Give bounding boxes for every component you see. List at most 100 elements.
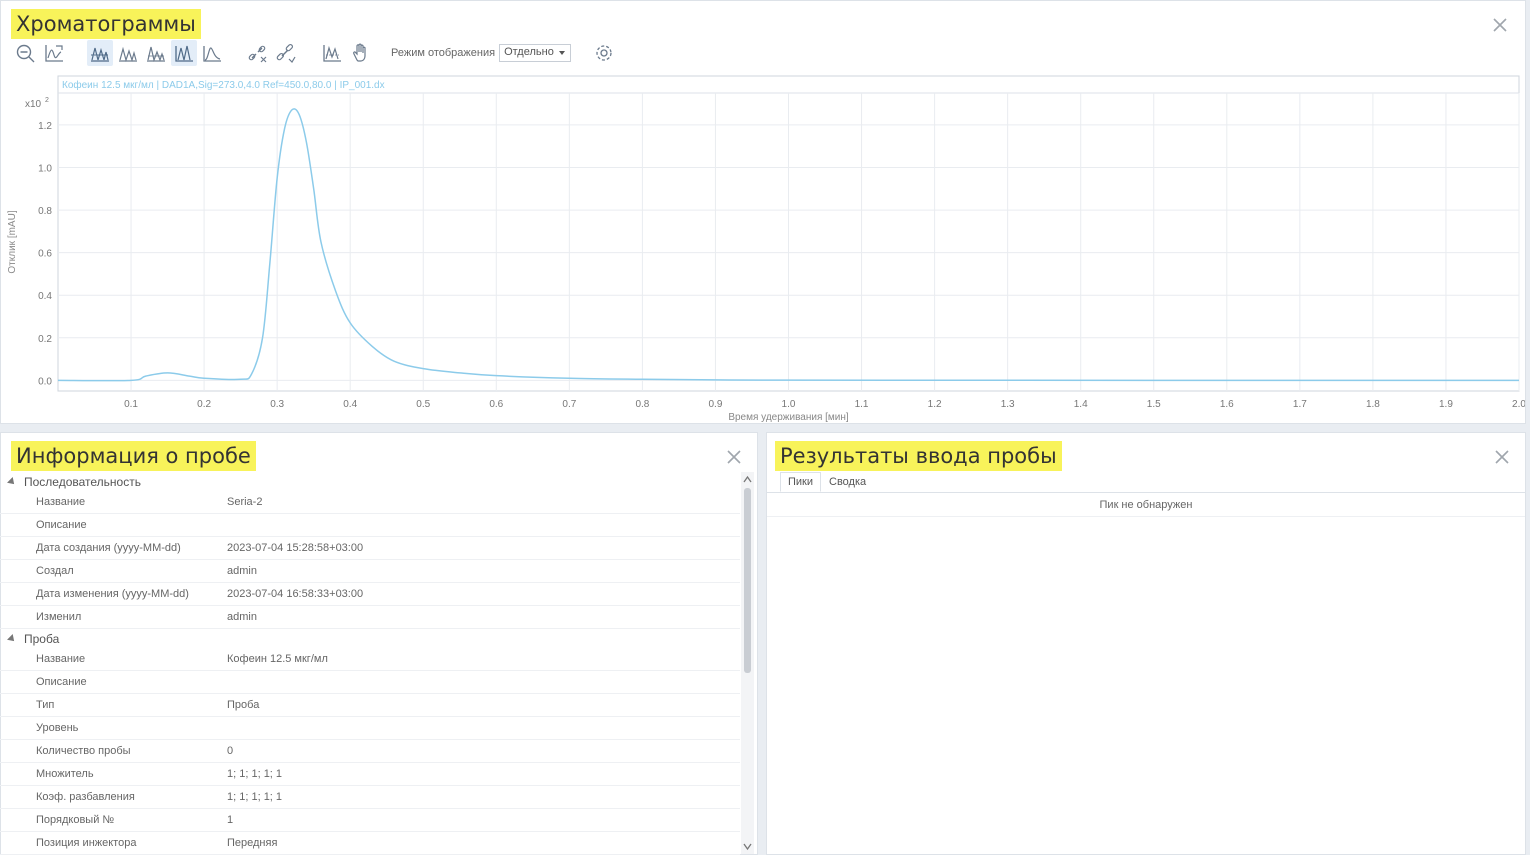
property-name: Тип (36, 699, 55, 711)
x-tick-label: 1.0 (782, 399, 796, 410)
x-tick-label: 1.2 (928, 399, 942, 410)
chevron-down-icon (559, 51, 566, 55)
x-tick-label: 0.2 (197, 399, 211, 410)
integration-icon[interactable] (319, 40, 345, 66)
property-name: Изменил (36, 611, 82, 623)
x-tick-label: 1.6 (1220, 399, 1234, 410)
property-row[interactable]: Множитель 1; 1; 1; 1; 1 (0, 763, 740, 786)
tree-group-label: Последовательность (24, 474, 141, 489)
settings-gear-icon[interactable] (591, 40, 617, 66)
property-name: Дата создания (yyyy-MM-dd) (36, 542, 181, 554)
y-tick-label: 0.0 (38, 376, 52, 387)
sample-info-title: Информация о пробе (11, 441, 256, 471)
chromatogram-chart[interactable]: Кофеин 12.5 мкг/мл | DAD1A,Sig=273.0,4.0… (1, 71, 1525, 423)
results-tabs: Пики Сводка (780, 472, 874, 492)
x-tick-label: 0.1 (124, 399, 138, 410)
property-name: Дата изменения (yyyy-MM-dd) (36, 588, 189, 600)
autoscale-icon[interactable] (41, 40, 67, 66)
property-row[interactable]: Изменил admin (0, 606, 740, 629)
property-name: Уровень (36, 722, 79, 734)
property-row[interactable]: Позиция инжектора Передняя (0, 832, 740, 855)
property-value: 1 (227, 814, 234, 826)
x-tick-label: 0.4 (343, 399, 357, 410)
property-row[interactable]: Коэф. разбавления 1; 1; 1; 1; 1 (0, 786, 740, 809)
property-row[interactable]: Название Seria-2 (0, 491, 740, 514)
stacked-view-icon[interactable] (143, 40, 169, 66)
property-value: 0 (227, 745, 234, 757)
property-name: Создал (36, 565, 74, 577)
x-tick-label: 1.8 (1366, 399, 1380, 410)
y-exponent: 2 (45, 97, 49, 104)
close-chromatograms-icon[interactable] (1491, 16, 1509, 34)
property-name: Описание (36, 519, 87, 531)
property-name: Количество пробы (36, 745, 131, 757)
y-tick-label: 1.0 (38, 164, 52, 175)
collapse-triangle-icon[interactable] (7, 633, 17, 644)
property-value: admin (227, 611, 257, 623)
close-sample-info-icon[interactable] (725, 448, 743, 466)
property-row[interactable]: Дата изменения (yyyy-MM-dd) 2023-07-04 16… (0, 583, 740, 606)
chromatograms-panel: Хроматограммы Режим отображения Отдельно… (0, 0, 1526, 424)
property-name: Множитель (36, 768, 94, 780)
tab-summary[interactable]: Сводка (821, 472, 874, 492)
property-value: Seria-2 (227, 496, 263, 508)
x-tick-label: 1.4 (1074, 399, 1088, 410)
display-mode-value: Отдельно (504, 46, 554, 58)
tree-group[interactable]: Последовательность (0, 472, 740, 491)
tree-group-label: Проба (24, 631, 60, 646)
property-value: Проба (227, 699, 260, 711)
property-value: Передняя (227, 837, 278, 849)
chromatograms-title: Хроматограммы (11, 9, 201, 39)
x-tick-label: 1.3 (1001, 399, 1015, 410)
sample-info-scrollbar[interactable] (741, 472, 754, 854)
tab-peaks[interactable]: Пики (780, 472, 822, 492)
y-tick-label: 0.6 (38, 249, 52, 260)
display-mode-select[interactable]: Отдельно (499, 44, 572, 62)
injection-results-title: Результаты ввода пробы (775, 441, 1062, 471)
property-row[interactable]: Название Кофеин 12.5 мкг/мл (0, 648, 740, 671)
scroll-thumb[interactable] (744, 488, 751, 673)
property-row[interactable]: Дата создания (yyyy-MM-dd) 2023-07-04 15:… (0, 537, 740, 560)
x-axis-label: Время удерживания [мин] (728, 412, 849, 423)
y-tick-label: 0.8 (38, 206, 52, 217)
pan-hand-icon[interactable] (347, 40, 373, 66)
property-name: Коэф. разбавления (36, 791, 135, 803)
link-icon[interactable] (273, 40, 299, 66)
x-tick-label: 1.1 (855, 399, 869, 410)
property-value: 1; 1; 1; 1; 1 (227, 768, 283, 780)
property-row[interactable]: Тип Проба (0, 694, 740, 717)
x-tick-label: 0.8 (635, 399, 649, 410)
property-row[interactable]: Описание (0, 671, 740, 694)
y-tick-label: 0.4 (38, 291, 52, 302)
y-exponent-label: x10 (25, 99, 42, 110)
property-value: Кофеин 12.5 мкг/мл (227, 653, 328, 665)
collapse-triangle-icon[interactable] (7, 476, 17, 487)
x-tick-label: 0.7 (562, 399, 576, 410)
scroll-down-icon[interactable] (743, 842, 752, 851)
tree-group[interactable]: Проба (0, 629, 740, 648)
zoom-out-icon[interactable] (13, 40, 39, 66)
property-name: Название (36, 496, 86, 508)
overlay-view-icon[interactable] (115, 40, 141, 66)
x-tick-label: 0.6 (489, 399, 503, 410)
property-row[interactable]: Количество пробы 0 (0, 740, 740, 763)
property-value: 2023-07-04 16:58:33+03:00 (227, 588, 364, 600)
separate-view-icon[interactable] (87, 40, 113, 66)
property-name: Позиция инжектора (36, 837, 137, 849)
property-row[interactable]: Создал admin (0, 560, 740, 583)
property-row[interactable]: Описание (0, 514, 740, 537)
scroll-up-icon[interactable] (743, 475, 752, 484)
display-mode-label: Режим отображения (391, 47, 496, 59)
y-tick-label: 1.2 (38, 121, 52, 132)
close-results-icon[interactable] (1493, 448, 1511, 466)
y-tick-label: 0.2 (38, 334, 52, 345)
property-value: 2023-07-04 15:28:58+03:00 (227, 542, 364, 554)
x-tick-label: 2.0 (1512, 399, 1525, 410)
property-row[interactable]: Порядковый № 1 (0, 809, 740, 832)
mirror-view-icon[interactable] (171, 40, 197, 66)
property-row[interactable]: Уровень (0, 717, 740, 740)
property-value: 1; 1; 1; 1; 1 (227, 791, 283, 803)
unlink-icon[interactable] (245, 40, 271, 66)
peak-shape-icon[interactable] (199, 40, 225, 66)
x-tick-label: 1.9 (1439, 399, 1453, 410)
